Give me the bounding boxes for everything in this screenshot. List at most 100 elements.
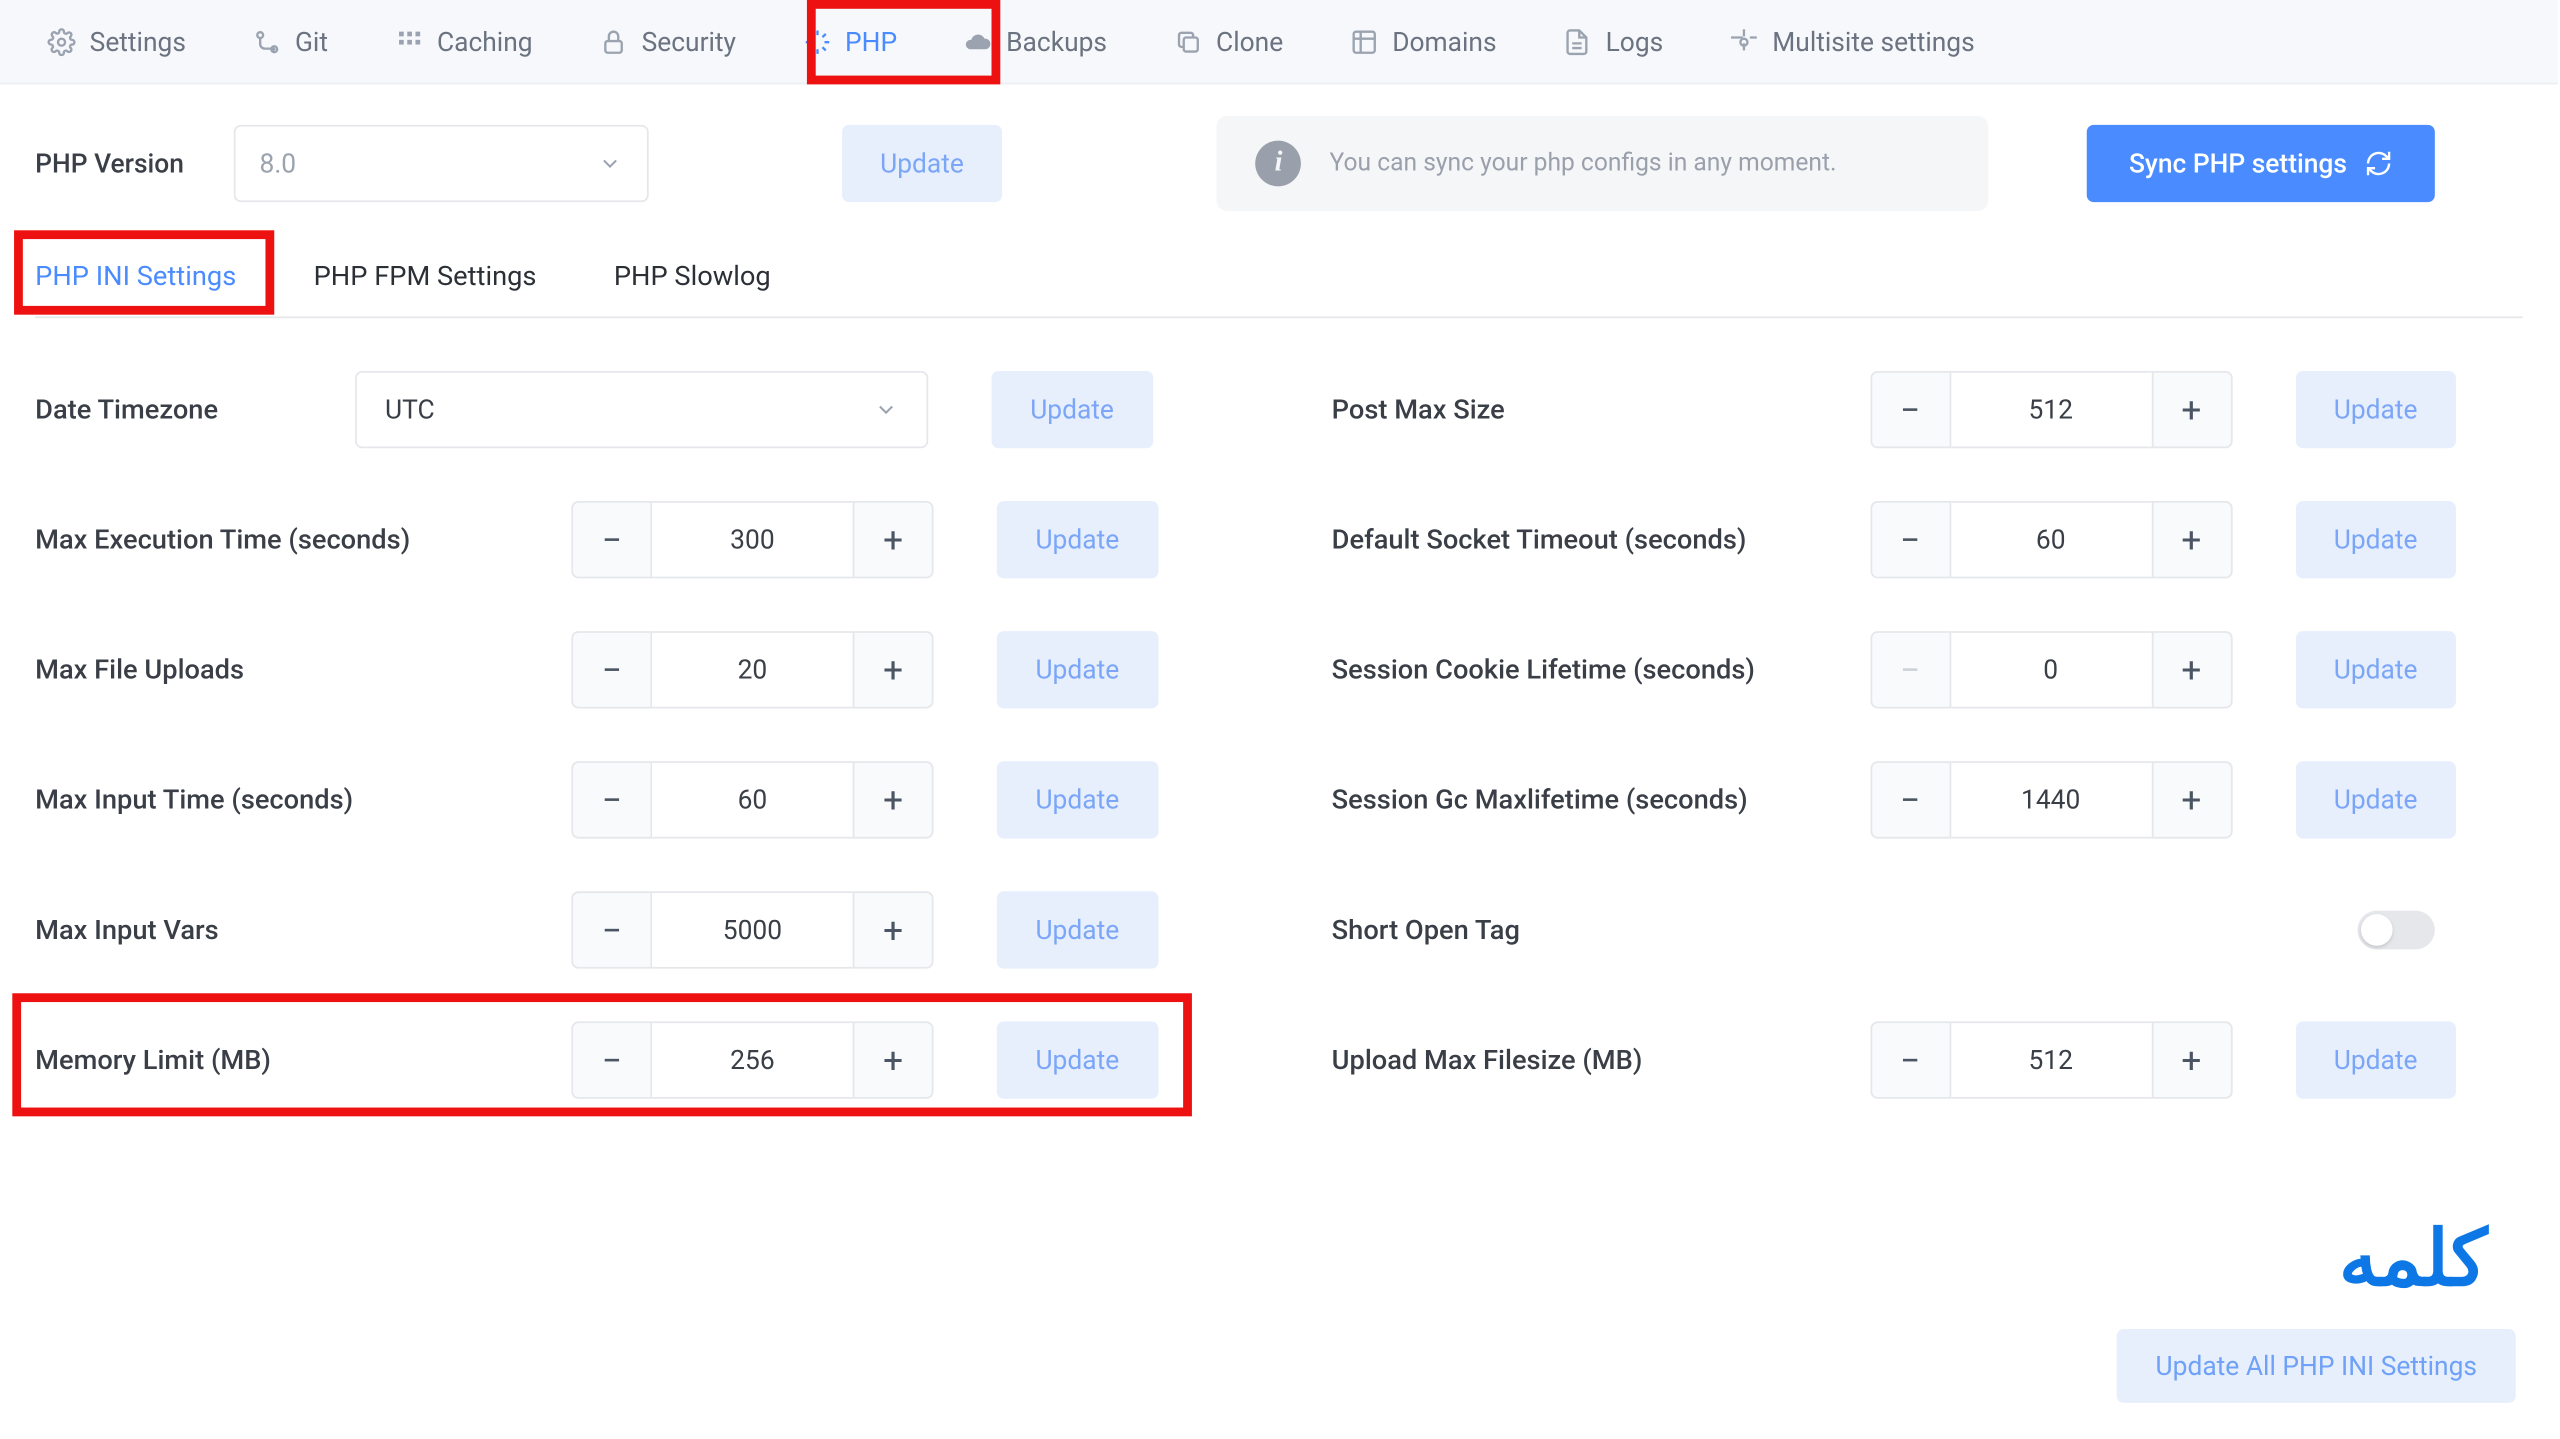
decrement-button[interactable]: − [1870, 761, 1951, 838]
setting-label: Memory Limit (MB) [35, 1044, 571, 1076]
multisite-icon [1730, 27, 1758, 55]
update-button[interactable]: Update [2295, 631, 2456, 708]
row-max-execution-time: Max Execution Time (seconds) − 300 + Upd… [35, 501, 1226, 578]
update-button[interactable]: Update [2295, 501, 2456, 578]
tab-caching[interactable]: Caching [361, 0, 566, 84]
decrement-button[interactable]: − [1870, 371, 1951, 448]
header-row: PHP Version 8.0 Update i You can sync yo… [0, 84, 2558, 211]
logo: كلمه [2339, 1215, 2488, 1305]
update-button[interactable]: Update [997, 631, 1158, 708]
gear-icon [47, 27, 75, 55]
increment-button[interactable]: + [853, 891, 934, 968]
row-max-file-uploads: Max File Uploads − 20 + Update [35, 631, 1226, 708]
setting-value[interactable]: 5000 [652, 891, 852, 968]
update-button[interactable]: Update [2295, 371, 2456, 448]
stepper: − 0 + [1870, 631, 2232, 708]
increment-button[interactable]: + [853, 631, 934, 708]
stepper: − 1440 + [1870, 761, 2232, 838]
tab-git[interactable]: Git [219, 0, 361, 84]
setting-label: Max File Uploads [35, 654, 571, 686]
cloud-icon [964, 27, 992, 55]
setting-value[interactable]: 300 [652, 501, 852, 578]
increment-button[interactable]: + [2151, 631, 2232, 708]
tab-label: Security [642, 25, 736, 57]
setting-label: Session Gc Maxlifetime (seconds) [1332, 784, 1870, 816]
tab-backups[interactable]: Backups [931, 0, 1141, 84]
date-timezone-select[interactable]: UTC [355, 371, 928, 448]
sync-button-label: Sync PHP settings [2129, 148, 2347, 180]
settings-grid: Date Timezone UTC Update Max Execution T… [0, 318, 2558, 1099]
increment-button[interactable]: + [853, 501, 934, 578]
tab-security[interactable]: Security [566, 0, 769, 84]
update-button[interactable]: Update [2295, 761, 2456, 838]
settings-right-column: Post Max Size − 512 + Update Default Soc… [1332, 371, 2523, 1099]
clone-icon [1174, 27, 1202, 55]
setting-value[interactable]: 512 [1951, 1021, 2151, 1098]
setting-value[interactable]: 60 [1951, 501, 2151, 578]
php-version-update-button[interactable]: Update [841, 125, 1002, 202]
php-version-label: PHP Version [35, 148, 184, 180]
decrement-button[interactable]: − [571, 761, 652, 838]
setting-value[interactable]: 1440 [1951, 761, 2151, 838]
increment-button[interactable]: + [2151, 761, 2232, 838]
stepper: − 60 + [571, 761, 933, 838]
info-box: i You can sync your php configs in any m… [1217, 116, 1988, 211]
tab-domains[interactable]: Domains [1317, 0, 1530, 84]
tab-logs[interactable]: Logs [1530, 0, 1697, 84]
setting-label: Short Open Tag [1332, 914, 1870, 946]
tab-label: Clone [1216, 25, 1283, 57]
subtab-php-slowlog[interactable]: PHP Slowlog [614, 260, 771, 316]
subtab-php-ini[interactable]: PHP INI Settings [35, 260, 236, 316]
sync-php-settings-button[interactable]: Sync PHP settings [2087, 125, 2435, 202]
increment-button[interactable]: + [2151, 501, 2232, 578]
php-icon [803, 27, 831, 55]
date-timezone-value: UTC [385, 394, 435, 426]
decrement-button[interactable]: − [1870, 501, 1951, 578]
decrement-button[interactable]: − [1870, 1021, 1951, 1098]
setting-value[interactable]: 60 [652, 761, 852, 838]
increment-button[interactable]: + [2151, 371, 2232, 448]
stepper: − 60 + [1870, 501, 2232, 578]
settings-left-column: Date Timezone UTC Update Max Execution T… [35, 371, 1226, 1099]
update-button[interactable]: Update [997, 891, 1158, 968]
tab-php[interactable]: PHP [769, 0, 930, 84]
update-all-button[interactable]: Update All PHP INI Settings [2117, 1329, 2516, 1403]
php-version-select[interactable]: 8.0 [233, 125, 648, 202]
update-button[interactable]: Update [2295, 1021, 2456, 1098]
setting-value[interactable]: 0 [1951, 631, 2151, 708]
decrement-button[interactable]: − [571, 501, 652, 578]
short-open-tag-toggle[interactable] [2357, 911, 2434, 950]
tab-settings[interactable]: Settings [14, 0, 219, 84]
update-button[interactable]: Update [997, 501, 1158, 578]
decrement-button[interactable]: − [571, 891, 652, 968]
lock-icon [599, 27, 627, 55]
subtab-php-fpm[interactable]: PHP FPM Settings [314, 260, 537, 316]
cache-icon [395, 27, 423, 55]
increment-button[interactable]: + [853, 761, 934, 838]
update-button[interactable]: Update [997, 761, 1158, 838]
increment-button[interactable]: + [853, 1021, 934, 1098]
tab-label: Settings [90, 25, 186, 57]
update-button[interactable]: Update [997, 1021, 1158, 1098]
date-timezone-label: Date Timezone [35, 394, 355, 426]
tab-clone[interactable]: Clone [1140, 0, 1316, 84]
date-timezone-update-button[interactable]: Update [992, 371, 1153, 448]
setting-value[interactable]: 256 [652, 1021, 852, 1098]
top-nav: Settings Git Caching Security PHP Backup… [0, 0, 2558, 84]
increment-button[interactable]: + [2151, 1021, 2232, 1098]
setting-value[interactable]: 512 [1951, 371, 2151, 448]
tab-label: Multisite settings [1772, 25, 1974, 57]
setting-label: Post Max Size [1332, 394, 1870, 426]
setting-value[interactable]: 20 [652, 631, 852, 708]
setting-label: Upload Max Filesize (MB) [1332, 1044, 1870, 1076]
row-date-timezone: Date Timezone UTC Update [35, 371, 1226, 448]
decrement-button[interactable]: − [571, 631, 652, 708]
domains-icon [1350, 27, 1378, 55]
info-text: You can sync your php configs in any mom… [1330, 149, 1837, 177]
row-session-cookie-lifetime: Session Cookie Lifetime (seconds) − 0 + … [1332, 631, 2523, 708]
decrement-button[interactable]: − [571, 1021, 652, 1098]
stepper: − 20 + [571, 631, 933, 708]
info-icon: i [1256, 141, 1302, 187]
tab-multisite[interactable]: Multisite settings [1697, 0, 2008, 84]
chevron-down-icon [597, 151, 622, 176]
